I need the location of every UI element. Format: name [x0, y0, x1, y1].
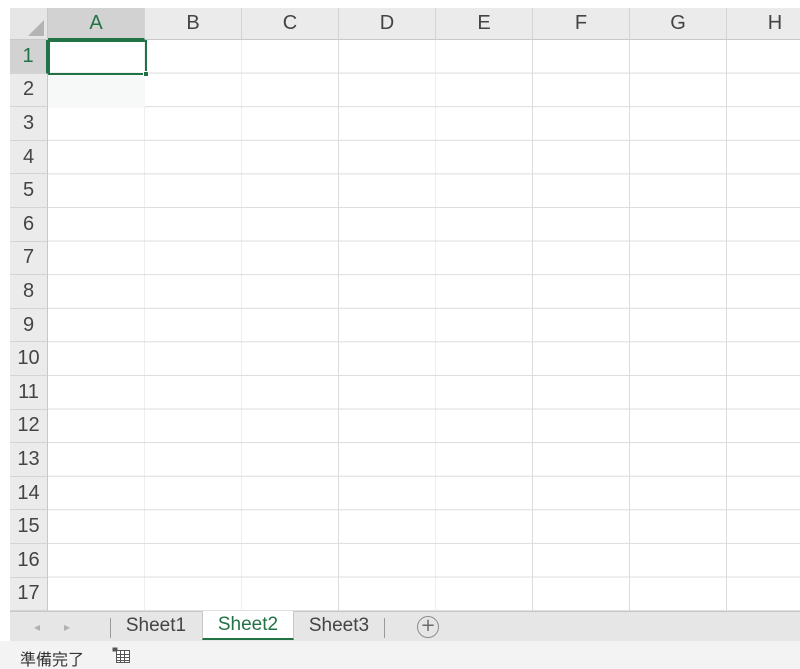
column-header-e[interactable]: E — [436, 8, 533, 40]
row-header-2[interactable]: 2 — [10, 73, 48, 108]
row-header-5[interactable]: 5 — [10, 174, 48, 208]
active-cell-a1[interactable] — [48, 40, 147, 75]
sheet-tab-sheet3[interactable]: Sheet3 — [296, 612, 382, 640]
column-header-d[interactable]: D — [339, 8, 436, 40]
row-header-17[interactable]: 17 — [10, 577, 48, 611]
row-header-9[interactable]: 9 — [10, 308, 48, 343]
fill-handle[interactable] — [143, 71, 149, 77]
select-all-triangle-icon — [28, 20, 44, 36]
column-header-h[interactable]: H — [727, 8, 800, 40]
select-all-button[interactable] — [10, 8, 48, 40]
row-header-8[interactable]: 8 — [10, 275, 48, 309]
row-header-10[interactable]: 10 — [10, 342, 48, 376]
row-header-16[interactable]: 16 — [10, 543, 48, 578]
top-strip — [0, 0, 800, 8]
column-header-b[interactable]: B — [145, 8, 242, 40]
cell-a2-highlight — [48, 74, 145, 107]
add-sheet-icon[interactable]: + — [417, 616, 439, 638]
status-ready-text: 準備完了 — [20, 650, 85, 669]
row-header-12[interactable]: 12 — [10, 409, 48, 444]
cell-area[interactable] — [48, 40, 800, 611]
sheet-tab-sheet1[interactable]: Sheet1 — [112, 612, 200, 640]
row-header-3[interactable]: 3 — [10, 107, 48, 141]
row-header-4[interactable]: 4 — [10, 140, 48, 175]
column-header-f[interactable]: F — [533, 8, 630, 40]
sheet-tab-sheet2[interactable]: Sheet2 — [202, 611, 294, 640]
row-header-14[interactable]: 14 — [10, 476, 48, 511]
column-header-a[interactable]: A — [48, 8, 145, 40]
column-header-g[interactable]: G — [630, 8, 727, 40]
column-headers: A B C D E F G H — [48, 8, 800, 40]
tab-divider — [384, 618, 385, 638]
left-strip — [0, 0, 10, 611]
status-bar: 準備完了 — [0, 641, 800, 669]
row-header-13[interactable]: 13 — [10, 443, 48, 477]
row-header-1[interactable]: 1 — [10, 40, 48, 74]
row-header-7[interactable]: 7 — [10, 241, 48, 276]
tab-divider — [110, 618, 111, 638]
macro-record-icon[interactable] — [112, 647, 130, 663]
row-header-15[interactable]: 15 — [10, 510, 48, 544]
next-sheet-icon[interactable]: ▸ — [60, 619, 74, 635]
sheet-tab-bar: ◂ ▸ Sheet1 Sheet2 Sheet3 + — [10, 611, 800, 641]
previous-sheet-icon[interactable]: ◂ — [30, 619, 44, 635]
row-header-6[interactable]: 6 — [10, 207, 48, 242]
worksheet-grid: A B C D E F G H 1 2 3 4 5 6 7 8 9 10 11 … — [0, 0, 800, 611]
row-headers: 1 2 3 4 5 6 7 8 9 10 11 12 13 14 15 16 1… — [10, 40, 48, 611]
column-header-c[interactable]: C — [242, 8, 339, 40]
spreadsheet-window: A B C D E F G H 1 2 3 4 5 6 7 8 9 10 11 … — [0, 0, 800, 669]
row-header-11[interactable]: 11 — [10, 375, 48, 410]
